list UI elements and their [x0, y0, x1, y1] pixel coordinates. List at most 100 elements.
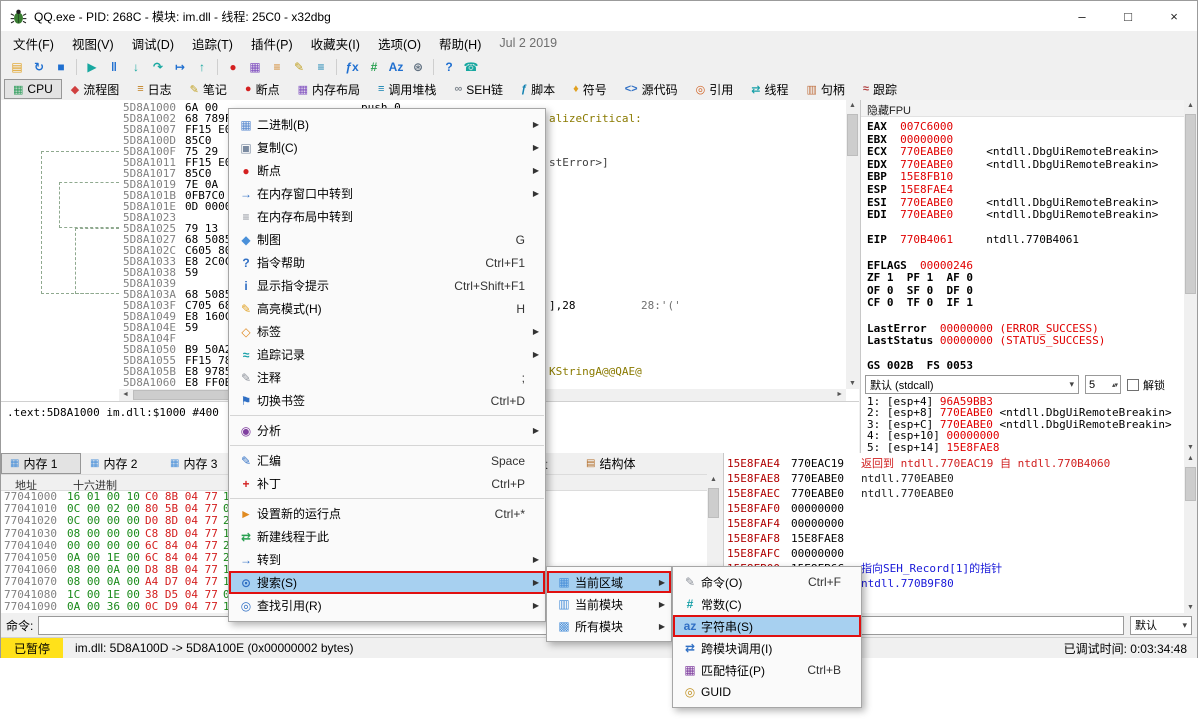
tab-notes[interactable]: ✎笔记 — [181, 79, 236, 99]
menu-help[interactable]: 帮助(H) — [430, 31, 490, 56]
stack-row[interactable]: 15E8FAF000000000 — [727, 501, 1189, 516]
menu-item-set-new-origin[interactable]: ►设置新的运行点Ctrl+*▶ — [229, 502, 545, 525]
tab-symbols[interactable]: ♦符号 — [564, 79, 616, 99]
menu-favourites[interactable]: 收藏夹(I) — [302, 31, 369, 56]
menu-item-breakpoint[interactable]: ●断点▶ — [229, 159, 545, 182]
menu-item-all-modules[interactable]: ▩所有模块▶ — [547, 615, 671, 637]
menu-item-analysis[interactable]: ◉分析▶ — [229, 419, 545, 442]
checkbox-icon[interactable] — [1127, 379, 1139, 391]
menu-item-current-module[interactable]: ▥当前模块▶ — [547, 593, 671, 615]
menu-item-command[interactable]: ✎命令(O)Ctrl+F▶ — [673, 571, 861, 593]
menu-item-patch[interactable]: +补丁Ctrl+P▶ — [229, 472, 545, 495]
menu-item-binary[interactable]: ▦二进制(B)▶ — [229, 113, 545, 136]
register-row[interactable]: CF 0 TF 0 IF 1 — [867, 297, 1183, 310]
register-row[interactable]: EIP 770B4061 ntdll.770B4061 — [867, 234, 1183, 247]
menu-plugins[interactable]: 插件(P) — [242, 31, 302, 56]
stack-scrollbar[interactable]: ▲ ▼ — [1184, 453, 1197, 613]
menu-item-label[interactable]: ◇标签▶ — [229, 320, 545, 343]
stack-row[interactable]: 15E8FAFC00000000 — [727, 546, 1189, 561]
scroll-up-icon[interactable]: ▲ — [1184, 102, 1197, 109]
script-button[interactable]: ƒx — [341, 57, 363, 77]
menu-item-guid[interactable]: ◎GUID▶ — [673, 681, 861, 703]
menu-item-assemble[interactable]: ✎汇编Space▶ — [229, 449, 545, 472]
scrollbar-thumb[interactable] — [708, 488, 719, 518]
scroll-down-icon[interactable]: ▼ — [846, 380, 859, 387]
appearance-button[interactable]: Az — [385, 57, 407, 77]
symbols-button[interactable]: # — [363, 57, 385, 77]
tab-references[interactable]: ◎引用 — [687, 79, 743, 99]
menu-file[interactable]: 文件(F) — [4, 31, 63, 56]
tab-seh[interactable]: ∞SEH链 — [445, 79, 512, 99]
stop-button[interactable]: ■ — [50, 57, 72, 77]
build-date[interactable]: Jul 2 2019 — [490, 33, 566, 53]
register-row[interactable]: GS 002B FS 0053 — [867, 360, 1183, 373]
call-stack-button[interactable]: ≡ — [310, 57, 332, 77]
scroll-up-icon[interactable]: ▲ — [707, 476, 720, 483]
stack-row[interactable]: 15E8FAF400000000 — [727, 516, 1189, 531]
run-button[interactable]: ▶ — [81, 57, 103, 77]
stack-row[interactable]: 15E8FAEC770EABE0ntdll.770EABE0 — [727, 486, 1189, 501]
scroll-right-icon[interactable]: ► — [836, 391, 843, 398]
memory-map-button[interactable]: ▦ — [244, 57, 266, 77]
scrollbar-thumb[interactable] — [1185, 467, 1196, 501]
step-over-button[interactable]: ↷ — [147, 57, 169, 77]
menu-item-follow-in-memory-map[interactable]: ≡在内存布局中转到▶ — [229, 205, 545, 228]
minimize-button[interactable]: – — [1059, 1, 1105, 31]
menu-item-graph[interactable]: ◆制图G▶ — [229, 228, 545, 251]
argument-row[interactable]: 5: [esp+14] 15E8FAE8 — [867, 442, 1183, 453]
scrollbar-thumb[interactable] — [1185, 114, 1196, 294]
register-row[interactable]: LastStatus 00000000 (STATUS_SUCCESS) — [867, 335, 1183, 348]
menu-item-intermodular-calls[interactable]: ⇄跨模块调用(I)▶ — [673, 637, 861, 659]
notes-button[interactable]: ✎ — [288, 57, 310, 77]
menu-item-help-on-mnemonic[interactable]: ?指令帮助Ctrl+F1▶ — [229, 251, 545, 274]
tab-handles[interactable]: ▥句柄 — [797, 79, 853, 99]
tab-memory-map[interactable]: ▦内存布局 — [289, 79, 369, 99]
registers-scrollbar[interactable]: ▲ ▼ — [1184, 100, 1197, 453]
menu-item-follow-in-dump[interactable]: →在内存窗口中转到▶ — [229, 182, 545, 205]
tab-struct[interactable]: ▤结构体 — [577, 453, 657, 474]
breakpoints-button[interactable]: ● — [222, 57, 244, 77]
menu-item-highlighting-mode[interactable]: ✎高亮模式(H)H▶ — [229, 297, 545, 320]
disasm-vertical-scrollbar[interactable]: ▲ ▼ — [846, 100, 859, 389]
tab-threads[interactable]: ⇄线程 — [742, 79, 797, 99]
command-profile-select[interactable]: 默认▾ — [1130, 616, 1192, 635]
menu-view[interactable]: 视图(V) — [63, 31, 123, 56]
menu-item-string-references[interactable]: az字符串(S)▶ — [673, 615, 861, 637]
menu-item[interactable]: ▶ — [230, 412, 544, 419]
help-button[interactable]: ? — [438, 57, 460, 77]
report-bug-button[interactable]: ☎ — [460, 57, 482, 77]
menu-item-toggle-bookmark[interactable]: ⚑切换书签Ctrl+D▶ — [229, 389, 545, 412]
tab-dump-1[interactable]: ▦内存 1 — [1, 453, 81, 474]
close-button[interactable]: × — [1151, 1, 1197, 31]
menu-item[interactable]: ▶ — [230, 442, 544, 449]
maximize-button[interactable]: □ — [1105, 1, 1151, 31]
execute-till-return-button[interactable]: ↦ — [169, 57, 191, 77]
log-button[interactable]: ≡ — [266, 57, 288, 77]
menu-debug[interactable]: 调试(D) — [123, 31, 183, 56]
register-row[interactable]: EDI 770EABE0 <ntdll.DbgUiRemoteBreakin> — [867, 209, 1183, 222]
spinner-arrows-icon[interactable]: ▴▾ — [1112, 381, 1117, 389]
tab-dump-2[interactable]: ▦内存 2 — [81, 453, 161, 474]
pause-button[interactable]: ‖ — [103, 57, 125, 77]
menu-item-show-mnemonic-brief[interactable]: i显示指令提示Ctrl+Shift+F1▶ — [229, 274, 545, 297]
scroll-up-icon[interactable]: ▲ — [1184, 455, 1197, 462]
menu-trace[interactable]: 追踪(T) — [183, 31, 242, 56]
scroll-down-icon[interactable]: ▼ — [1184, 604, 1197, 611]
menu-item-trace-record[interactable]: ≈追踪记录▶ — [229, 343, 545, 366]
unlock-checkbox[interactable]: 解锁 — [1127, 377, 1165, 393]
registers-panel[interactable]: 隐藏FPU EAX 007C6000 EBX 00000000 ECX 770E… — [860, 100, 1197, 453]
tab-graph[interactable]: ◆流程图 — [62, 79, 128, 99]
menu-options[interactable]: 选项(O) — [369, 31, 430, 56]
stack-row[interactable]: 15E8FAF815E8FAE8 — [727, 531, 1189, 546]
menu-item-search[interactable]: ⊙搜索(S)▶ — [229, 571, 545, 594]
menu-item-goto[interactable]: →转到▶ — [229, 548, 545, 571]
menu-item-find-references[interactable]: ◎查找引用(R)▶ — [229, 594, 545, 617]
menu-item-new-thread-here[interactable]: ⇄新建线程于此▶ — [229, 525, 545, 548]
tab-cpu[interactable]: ▦CPU — [4, 79, 62, 99]
tab-source[interactable]: <>源代码 — [616, 79, 687, 99]
open-file-button[interactable]: ▤ — [6, 57, 28, 77]
scroll-down-icon[interactable]: ▼ — [1184, 444, 1197, 451]
scroll-up-icon[interactable]: ▲ — [846, 102, 859, 109]
menu-item-pattern[interactable]: ▦匹配特征(P)Ctrl+B▶ — [673, 659, 861, 681]
scroll-left-icon[interactable]: ◄ — [122, 391, 129, 398]
